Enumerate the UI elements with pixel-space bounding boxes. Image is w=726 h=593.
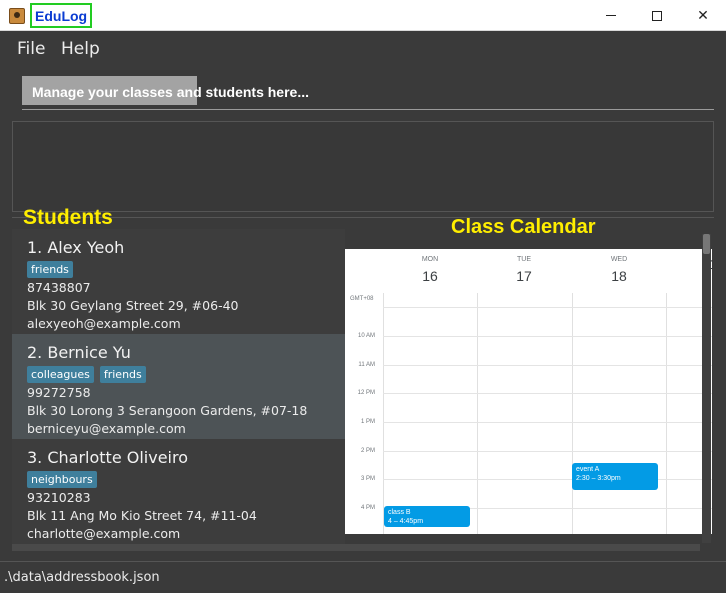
calendar-time-label: 3 PM xyxy=(360,476,375,482)
calendar-time-label: 2 PM xyxy=(360,448,375,454)
calendar-event-title: class B xyxy=(388,509,411,516)
calendar-day-header[interactable]: TUE 17 xyxy=(477,249,571,284)
class-calendar[interactable]: MON 16 TUE 17 WED 18 1 GMT+08 10 AM 11 A… xyxy=(345,249,712,534)
calendar-day-number: 16 xyxy=(422,268,438,284)
calendar-day-number: 18 xyxy=(611,268,627,284)
calendar-hour-line xyxy=(383,422,712,423)
calendar-time-label: 12 PM xyxy=(357,390,375,396)
horizontal-scrollbar[interactable] xyxy=(12,544,700,551)
minimize-icon xyxy=(606,15,616,16)
student-phone: 93210283 xyxy=(27,490,91,505)
close-icon: ✕ xyxy=(697,7,709,23)
calendar-event[interactable]: event A 2:30 – 3:30pm xyxy=(572,463,658,490)
calendar-day-number: 17 xyxy=(516,268,532,284)
window-body: File Help Manage your classes and studen… xyxy=(0,31,726,593)
student-address: Blk 30 Geylang Street 29, #06-40 xyxy=(27,298,239,313)
menu-bar: File Help xyxy=(0,31,726,65)
calendar-day-header[interactable]: WED 18 xyxy=(572,249,666,284)
minimize-button[interactable] xyxy=(588,0,634,31)
command-placeholder: Manage your classes and students here... xyxy=(32,84,309,100)
calendar-time-label: 10 AM xyxy=(357,333,375,339)
student-address: Blk 30 Lorong 3 Serangoon Gardens, #07-1… xyxy=(27,403,308,418)
calendar-hour-line xyxy=(383,307,712,308)
tag-list: neighbours xyxy=(27,471,97,488)
students-heading: Students xyxy=(23,206,113,229)
student-name: 3. Charlotte Oliveiro xyxy=(27,448,189,467)
calendar-event-title: event A xyxy=(576,466,600,473)
calendar-day-of-week: WED xyxy=(610,256,628,263)
command-underline xyxy=(22,109,714,110)
calendar-day-of-week: TUE xyxy=(517,256,531,263)
maximize-button[interactable] xyxy=(634,0,680,31)
list-item[interactable]: 2. Bernice Yu colleagues friends 9927275… xyxy=(12,334,345,439)
calendar-day-of-week: MON xyxy=(421,256,439,263)
tag: neighbours xyxy=(27,471,97,488)
tag-list: friends xyxy=(27,261,73,278)
calendar-time-label: 11 AM xyxy=(358,362,375,368)
calendar-heading: Class Calendar xyxy=(451,216,596,238)
student-name: 2. Bernice Yu xyxy=(27,343,131,362)
status-bar: .\data\addressbook.json xyxy=(0,561,726,593)
calendar-hour-line xyxy=(383,451,712,452)
calendar-hour-line xyxy=(383,336,712,337)
tag: friends xyxy=(27,261,73,278)
tag-list: colleagues friends xyxy=(27,366,146,383)
title-bar: EduLog ✕ xyxy=(0,0,726,31)
student-phone: 87438807 xyxy=(27,280,91,295)
student-email: alexyeoh@example.com xyxy=(27,316,181,331)
command-area[interactable]: Manage your classes and students here... xyxy=(12,71,714,113)
vertical-scrollbar[interactable] xyxy=(702,234,711,543)
maximize-icon xyxy=(652,10,662,21)
tag: friends xyxy=(99,366,146,383)
tag: colleagues xyxy=(27,366,94,383)
calendar-timezone: GMT+08 xyxy=(350,296,374,302)
calendar-event[interactable]: class B 4 – 4:45pm xyxy=(384,506,470,527)
list-item[interactable]: 3. Charlotte Oliveiro neighbours 9321028… xyxy=(12,439,345,544)
student-email: berniceyu@example.com xyxy=(27,421,186,436)
scrollbar-thumb[interactable] xyxy=(703,234,710,254)
student-email: charlotte@example.com xyxy=(27,526,181,541)
calendar-hour-line xyxy=(383,393,712,394)
list-item[interactable]: 1. Alex Yeoh friends 87438807 Blk 30 Gey… xyxy=(12,229,345,334)
calendar-hour-line xyxy=(383,365,712,366)
student-name: 1. Alex Yeoh xyxy=(27,238,125,257)
save-file-path: .\data\addressbook.json xyxy=(4,570,160,585)
calendar-event-time: 2:30 – 3:30pm xyxy=(576,475,621,482)
calendar-column-divider xyxy=(666,293,667,534)
app-icon xyxy=(9,8,25,24)
student-address: Blk 11 Ang Mo Kio Street 74, #11-04 xyxy=(27,508,257,523)
window-title: EduLog xyxy=(30,3,93,28)
calendar-column-divider xyxy=(383,293,384,534)
calendar-day-header[interactable]: MON 16 xyxy=(383,249,477,284)
close-button[interactable]: ✕ xyxy=(680,0,726,31)
menu-file[interactable]: File xyxy=(17,39,45,59)
calendar-time-label: 4 PM xyxy=(360,505,375,511)
calendar-event-time: 4 – 4:45pm xyxy=(388,518,424,525)
calendar-hour-line xyxy=(383,479,712,480)
calendar-time-label: 1 PM xyxy=(360,419,375,425)
menu-help[interactable]: Help xyxy=(61,39,100,59)
student-phone: 99272758 xyxy=(27,385,91,400)
calendar-column-divider xyxy=(477,293,478,534)
calendar-column-divider xyxy=(572,293,573,534)
result-display[interactable] xyxy=(12,121,714,212)
